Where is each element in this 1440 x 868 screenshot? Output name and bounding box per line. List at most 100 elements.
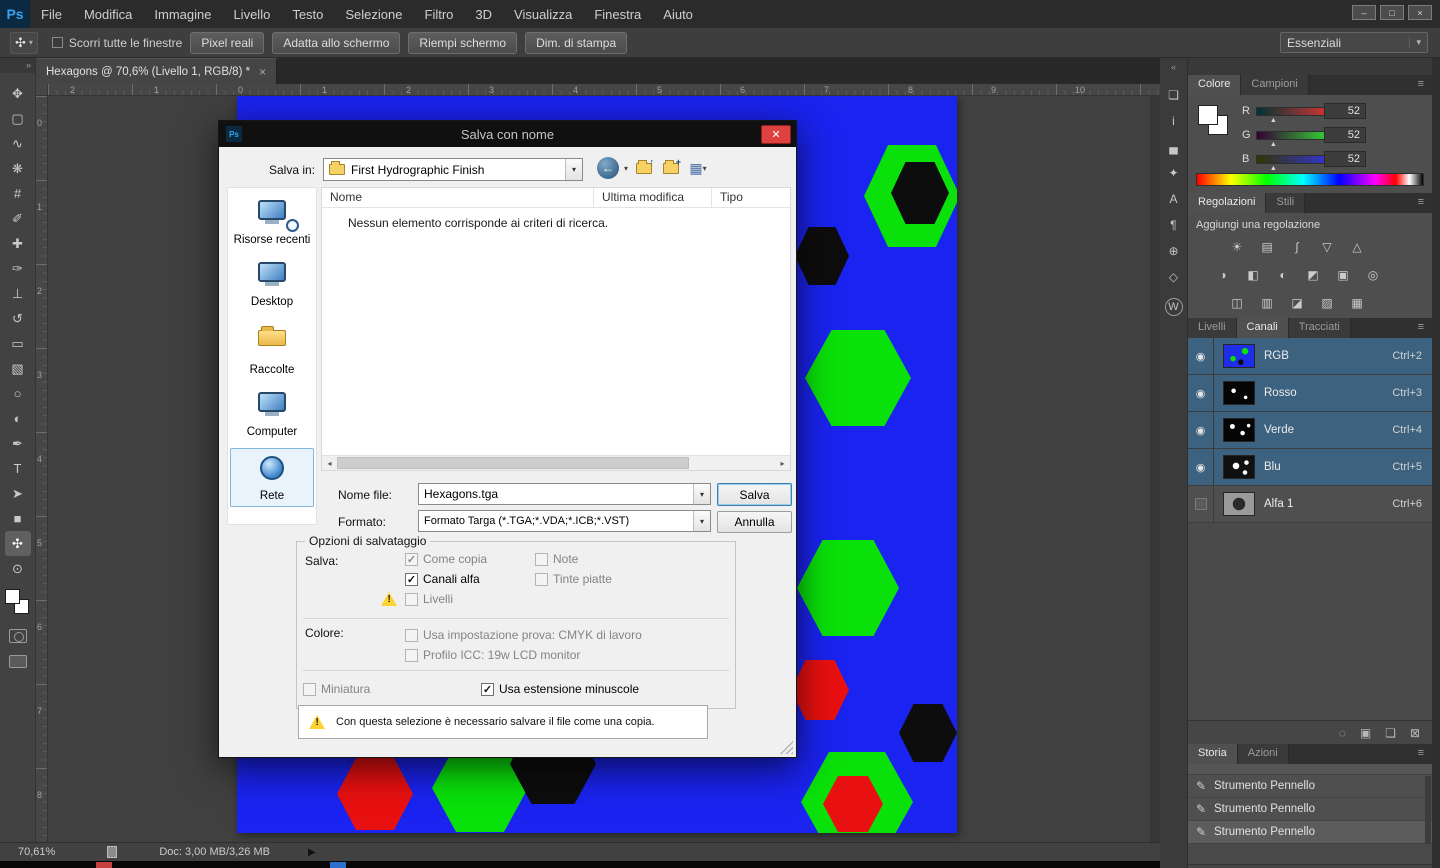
green-value-field[interactable]: 52 xyxy=(1324,127,1366,143)
navigator-panel-icon[interactable]: ❏ xyxy=(1163,84,1185,106)
channel-row-rosso[interactable]: ◉ Rosso Ctrl+3 xyxy=(1188,375,1432,412)
panel-menu-icon[interactable]: ≡ xyxy=(1410,744,1432,764)
new-folder-button[interactable]: + xyxy=(660,157,682,179)
exposure-icon[interactable]: ▽ xyxy=(1314,237,1340,257)
zoom-tool[interactable]: ⊙ xyxy=(5,556,31,581)
dim-di-stampa-button[interactable]: Dim. di stampa xyxy=(525,31,628,54)
foreground-background-swatches[interactable] xyxy=(4,589,31,619)
channel-row-rgb[interactable]: ◉ RGB Ctrl+2 xyxy=(1188,338,1432,375)
menu-immagine[interactable]: Immagine xyxy=(143,0,222,28)
minimize-button[interactable]: – xyxy=(1352,5,1376,20)
paragraph-panel-icon[interactable]: ¶ xyxy=(1163,214,1185,236)
status-menu-arrow-icon[interactable]: ▶ xyxy=(308,847,316,858)
up-one-level-button[interactable]: ↑ xyxy=(633,157,655,179)
place-rete[interactable]: Rete xyxy=(230,448,314,507)
brush-tool[interactable]: ✑ xyxy=(5,256,31,281)
healing-brush-tool[interactable]: ✚ xyxy=(5,231,31,256)
path-selection-tool[interactable]: ➤ xyxy=(5,481,31,506)
back-history-chevron-icon[interactable]: ▾ xyxy=(624,164,628,173)
blue-value-field[interactable]: 52 xyxy=(1324,151,1366,167)
adatta-allo-schermo-button[interactable]: Adatta allo schermo xyxy=(272,31,401,54)
character-panel-icon[interactable]: A xyxy=(1163,188,1185,210)
riempi-schermo-button[interactable]: Riempi schermo xyxy=(408,31,518,54)
menu-livello[interactable]: Livello xyxy=(222,0,281,28)
foreground-color-swatch[interactable] xyxy=(4,589,20,604)
column-tipo[interactable]: Tipo xyxy=(712,188,790,207)
slider-handle-icon[interactable]: ▲ xyxy=(1270,117,1277,124)
tab-colore[interactable]: Colore xyxy=(1188,75,1242,95)
history-item[interactable]: ✎ Strumento Pennello xyxy=(1188,798,1432,821)
miniatura-checkbox[interactable]: Miniatura xyxy=(303,682,370,696)
tab-tracciati[interactable]: Tracciati xyxy=(1288,318,1351,338)
shape-tool[interactable]: ■ xyxy=(5,506,31,531)
cancel-button[interactable]: Annulla xyxy=(717,511,792,533)
visibility-eye-icon[interactable]: ◉ xyxy=(1188,375,1214,411)
history-item[interactable]: ✎ Strumento Pennello xyxy=(1188,775,1432,798)
color-lookup-icon[interactable]: ◎ xyxy=(1360,265,1386,285)
save-in-dropdown[interactable]: First Hydrographic Finish ▾ xyxy=(323,158,583,181)
usa-prova-checkbox[interactable]: Usa impostazione prova: CMYK di lavoro xyxy=(405,628,642,642)
hue-saturation-icon[interactable]: ◑ xyxy=(1210,265,1236,285)
blur-tool[interactable]: ○ xyxy=(5,381,31,406)
eraser-tool[interactable]: ▭ xyxy=(5,331,31,356)
history-brush-tool[interactable]: ↺ xyxy=(5,306,31,331)
menu-aiuto[interactable]: Aiuto xyxy=(652,0,704,28)
quick-mask-button[interactable] xyxy=(8,629,27,643)
red-value-field[interactable]: 52 xyxy=(1324,103,1366,119)
file-list-scrollbar[interactable]: ◂ ▸ xyxy=(322,455,790,470)
taskbar-icon[interactable] xyxy=(330,862,346,868)
history-item-partial[interactable] xyxy=(1188,764,1432,775)
menu-finestra[interactable]: Finestra xyxy=(583,0,652,28)
livelli-checkbox[interactable]: Livelli xyxy=(405,592,453,606)
tab-canali[interactable]: Canali xyxy=(1236,318,1289,338)
file-list[interactable]: Nome Ultima modifica Tipo Nessun element… xyxy=(321,187,791,471)
scroll-right-icon[interactable]: ▸ xyxy=(775,456,790,470)
slider-handle-icon[interactable]: ▲ xyxy=(1270,165,1277,172)
panel-menu-icon[interactable]: ≡ xyxy=(1410,75,1432,95)
back-button[interactable]: ← xyxy=(597,157,619,179)
history-item-current[interactable]: ✎ Strumento Pennello xyxy=(1188,821,1432,844)
tab-livelli[interactable]: Livelli xyxy=(1188,318,1237,338)
column-nome[interactable]: Nome xyxy=(322,188,594,207)
black-white-icon[interactable]: ◐ xyxy=(1270,265,1296,285)
chevron-down-icon[interactable]: ▾ xyxy=(693,484,710,504)
screen-mode-button[interactable] xyxy=(8,655,27,668)
taskbar-icon[interactable] xyxy=(96,862,112,868)
visibility-eye-icon[interactable]: ◉ xyxy=(1188,412,1214,448)
visibility-eye-toggle[interactable] xyxy=(1188,486,1214,522)
column-ultima-modifica[interactable]: Ultima modifica xyxy=(594,188,712,207)
foreground-color-swatch[interactable] xyxy=(1198,105,1218,125)
clone-stamp-tool[interactable]: ⊥ xyxy=(5,281,31,306)
channel-mixer-icon[interactable]: ▣ xyxy=(1330,265,1356,285)
profilo-icc-checkbox[interactable]: Profilo ICC: 19w LCD monitor xyxy=(405,648,580,662)
menu-filtro[interactable]: Filtro xyxy=(414,0,465,28)
channel-row-blu[interactable]: ◉ Blu Ctrl+5 xyxy=(1188,449,1432,486)
tinte-piatte-checkbox[interactable]: Tinte piatte xyxy=(535,572,612,586)
save-button[interactable]: Salva xyxy=(717,483,792,506)
format-dropdown[interactable]: Formato Targa (*.TGA;*.VDA;*.ICB;*.VST) … xyxy=(418,510,711,532)
place-computer[interactable]: Computer xyxy=(230,386,314,443)
menu-file[interactable]: File xyxy=(30,0,73,28)
save-selection-icon[interactable]: ▣ xyxy=(1360,726,1371,740)
place-risorse-recenti[interactable]: Risorse recenti xyxy=(230,194,314,251)
eyedropper-tool[interactable]: ✐ xyxy=(5,206,31,231)
history-scrollbar[interactable] xyxy=(1425,776,1431,844)
close-button[interactable]: × xyxy=(1408,5,1432,20)
canali-alfa-checkbox[interactable]: ✓ Canali alfa xyxy=(405,572,480,586)
tab-storia[interactable]: Storia xyxy=(1188,744,1238,764)
tab-azioni[interactable]: Azioni xyxy=(1237,744,1289,764)
curves-icon[interactable]: ∫ xyxy=(1284,237,1310,257)
lasso-tool[interactable]: ∿ xyxy=(5,131,31,156)
tools-collapse-handle[interactable]: » xyxy=(0,58,35,73)
brightness-contrast-icon[interactable]: ☀ xyxy=(1224,237,1250,257)
invert-icon[interactable]: ◫ xyxy=(1224,293,1250,313)
file-name-input[interactable]: Hexagons.tga ▾ xyxy=(418,483,711,505)
document-tab[interactable]: Hexagons @ 70,6% (Livello 1, RGB/8) * × xyxy=(36,58,278,84)
hand-tool[interactable]: ✣ xyxy=(4,531,31,556)
panel-menu-icon[interactable]: ≡ xyxy=(1410,193,1432,213)
estensione-minuscole-checkbox[interactable]: ✓ Usa estensione minuscole xyxy=(481,682,639,696)
resize-grip[interactable] xyxy=(780,741,793,754)
tab-campioni[interactable]: Campioni xyxy=(1241,75,1309,95)
crop-tool[interactable]: # xyxy=(5,181,31,206)
color-spectrum-ramp[interactable] xyxy=(1196,173,1424,186)
